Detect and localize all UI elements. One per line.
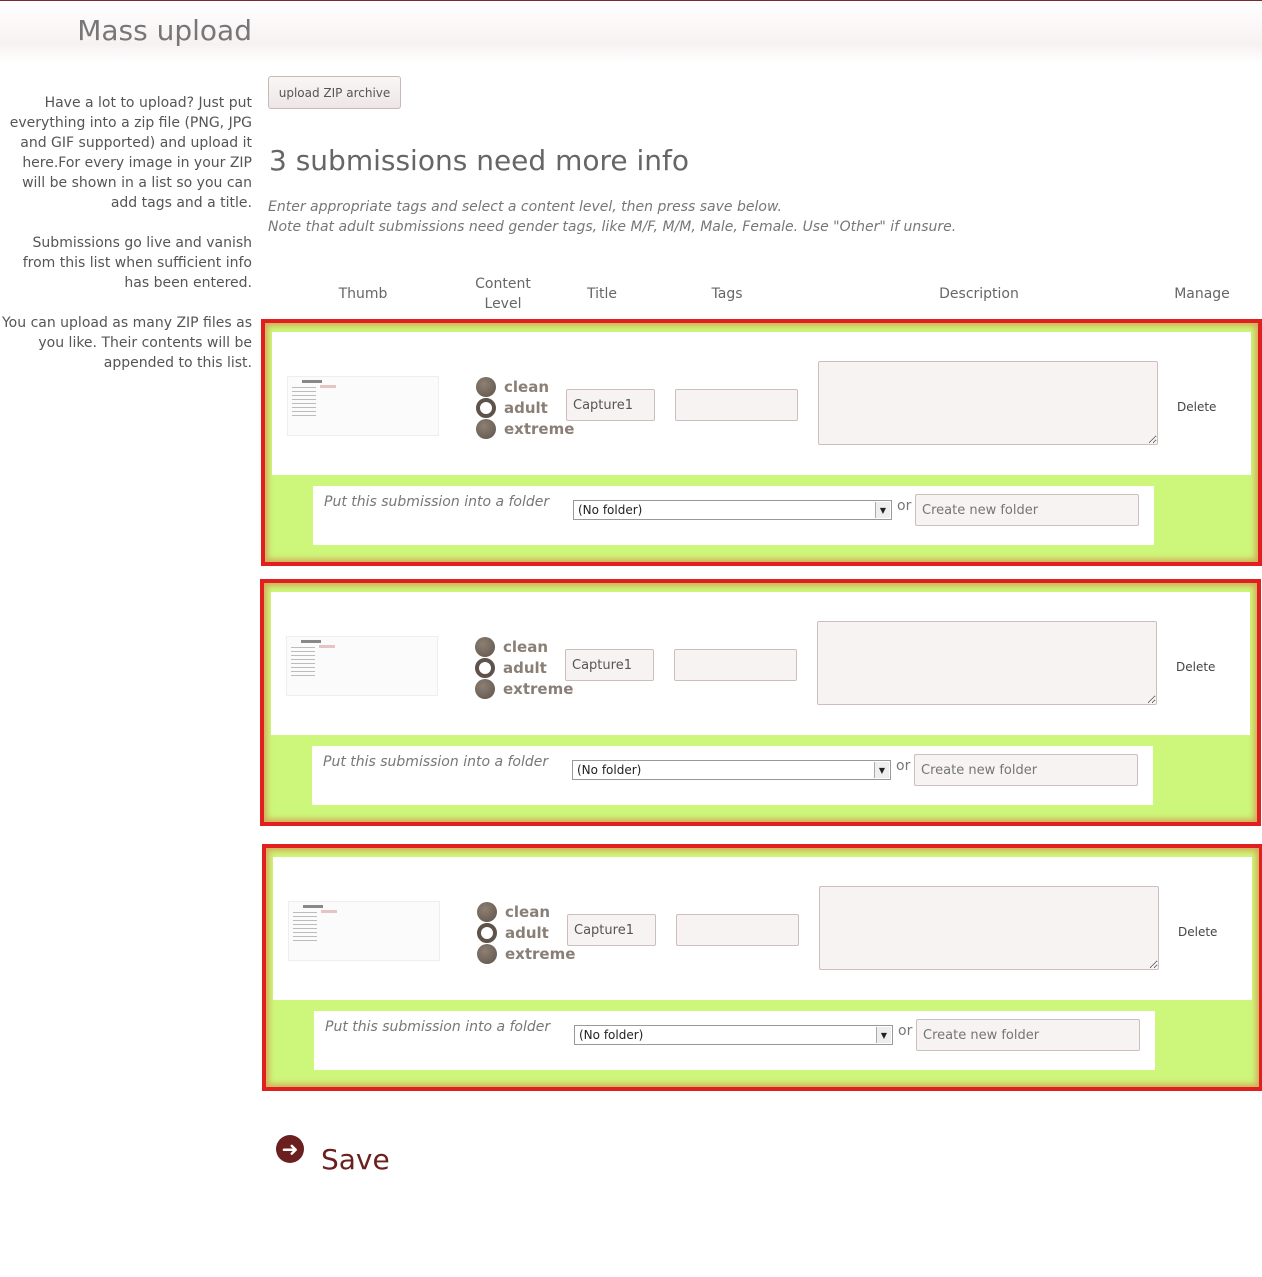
radio-button-selected-icon[interactable] — [475, 657, 495, 678]
help-paragraph: Have a lot to upload? Just put everythin… — [9, 95, 252, 211]
or-label: or — [897, 498, 912, 514]
submission-thumbnail[interactable] — [287, 376, 439, 436]
arrow-right-circle-icon[interactable]: ➜ — [276, 1134, 304, 1163]
save-label[interactable]: Save — [321, 1143, 390, 1176]
folder-select-value: (No folder) — [579, 1028, 644, 1042]
new-folder-input[interactable] — [915, 494, 1139, 526]
description-textarea[interactable] — [818, 361, 1158, 445]
tags-input[interactable] — [674, 649, 797, 681]
submission-thumbnail[interactable] — [286, 636, 438, 696]
column-header-title: Title — [586, 286, 617, 302]
column-header-content-level: Content Level — [463, 274, 543, 314]
radio-label: extreme — [504, 419, 575, 438]
folder-select[interactable]: (No folder) ▼ — [572, 760, 891, 780]
title-input[interactable] — [566, 389, 655, 421]
radio-label: clean — [505, 902, 551, 921]
radio-adult[interactable]: adult — [476, 397, 574, 418]
radio-clean[interactable]: clean — [477, 901, 575, 922]
folder-label: Put this submission into a folder — [325, 1019, 551, 1035]
content-level-radios: clean adult extreme — [476, 376, 574, 439]
save-button[interactable]: ➜ Save — [276, 1133, 390, 1176]
folder-select[interactable]: (No folder) ▼ — [574, 1025, 893, 1045]
column-header-thumb: Thumb — [338, 286, 388, 302]
submissions-headline: 3 submissions need more info — [269, 144, 690, 177]
delete-link[interactable]: Delete — [1178, 925, 1217, 939]
submission-row: clean adult extreme Delete Put this subm… — [260, 579, 1261, 826]
dropdown-arrow-icon[interactable]: ▼ — [876, 1027, 891, 1043]
instructions-line: Enter appropriate tags and select a cont… — [268, 199, 782, 215]
radio-label: clean — [503, 637, 549, 656]
new-folder-input[interactable] — [914, 754, 1138, 786]
column-header-description: Description — [939, 286, 1019, 302]
description-textarea[interactable] — [819, 886, 1159, 970]
instructions-line: Note that adult submissions need gender … — [268, 219, 957, 235]
radio-button-icon[interactable] — [477, 901, 497, 922]
page-title: Mass upload — [77, 14, 252, 47]
help-paragraph: Submissions go live and vanish from this… — [22, 235, 252, 291]
upload-zip-button[interactable]: upload ZIP archive — [268, 76, 401, 109]
submission-main: clean adult extreme Delete — [273, 857, 1252, 1000]
column-header-line: Content — [475, 276, 531, 292]
submission-thumbnail[interactable] — [288, 901, 440, 961]
radio-button-icon[interactable] — [475, 678, 495, 699]
column-header-line: Level — [484, 296, 522, 312]
radio-extreme[interactable]: extreme — [475, 678, 573, 699]
radio-adult[interactable]: adult — [477, 922, 575, 943]
column-header-manage: Manage — [1174, 286, 1230, 302]
description-textarea[interactable] — [817, 621, 1157, 705]
delete-link[interactable]: Delete — [1176, 660, 1215, 674]
content-level-radios: clean adult extreme — [475, 636, 573, 699]
folder-select[interactable]: (No folder) ▼ — [573, 500, 892, 520]
delete-link[interactable]: Delete — [1177, 400, 1216, 414]
radio-label: adult — [505, 923, 549, 942]
instructions: Enter appropriate tags and select a cont… — [268, 197, 1248, 237]
radio-extreme[interactable]: extreme — [476, 418, 574, 439]
folder-select-value: (No folder) — [578, 503, 643, 517]
folder-label: Put this submission into a folder — [323, 754, 549, 770]
tags-input[interactable] — [676, 914, 799, 946]
radio-button-icon[interactable] — [475, 636, 495, 657]
folder-label: Put this submission into a folder — [324, 494, 550, 510]
radio-label: extreme — [505, 944, 576, 963]
folder-panel: Put this submission into a folder (No fo… — [312, 746, 1153, 805]
tags-input[interactable] — [675, 389, 798, 421]
sidebar-help: Have a lot to upload? Just put everythin… — [0, 93, 252, 393]
radio-clean[interactable]: clean — [475, 636, 573, 657]
or-label: or — [898, 1023, 913, 1039]
help-paragraph: You can upload as many ZIP files as you … — [1, 315, 252, 371]
radio-button-icon[interactable] — [476, 418, 496, 439]
column-header-tags: Tags — [711, 286, 743, 302]
submission-row: clean adult extreme Delete Put this subm… — [262, 844, 1262, 1091]
title-input[interactable] — [567, 914, 656, 946]
dropdown-arrow-icon[interactable]: ▼ — [875, 502, 890, 518]
radio-label: adult — [504, 398, 548, 417]
title-input[interactable] — [565, 649, 654, 681]
radio-label: clean — [504, 377, 550, 396]
radio-button-icon[interactable] — [477, 943, 497, 964]
folder-panel: Put this submission into a folder (No fo… — [313, 486, 1154, 545]
radio-clean[interactable]: clean — [476, 376, 574, 397]
submission-main: clean adult extreme Delete — [271, 592, 1250, 735]
dropdown-arrow-icon[interactable]: ▼ — [874, 762, 889, 778]
folder-panel: Put this submission into a folder (No fo… — [314, 1011, 1155, 1070]
radio-button-icon[interactable] — [476, 376, 496, 397]
radio-label: extreme — [503, 679, 574, 698]
content-level-radios: clean adult extreme — [477, 901, 575, 964]
radio-label: adult — [503, 658, 547, 677]
radio-adult[interactable]: adult — [475, 657, 573, 678]
new-folder-input[interactable] — [916, 1019, 1140, 1051]
folder-select-value: (No folder) — [577, 763, 642, 777]
radio-button-selected-icon[interactable] — [476, 397, 496, 418]
or-label: or — [896, 758, 911, 774]
radio-extreme[interactable]: extreme — [477, 943, 575, 964]
submission-main: clean adult extreme Delete — [272, 332, 1251, 475]
radio-button-selected-icon[interactable] — [477, 922, 497, 943]
submission-row: clean adult extreme Delete Put this subm… — [261, 319, 1262, 566]
